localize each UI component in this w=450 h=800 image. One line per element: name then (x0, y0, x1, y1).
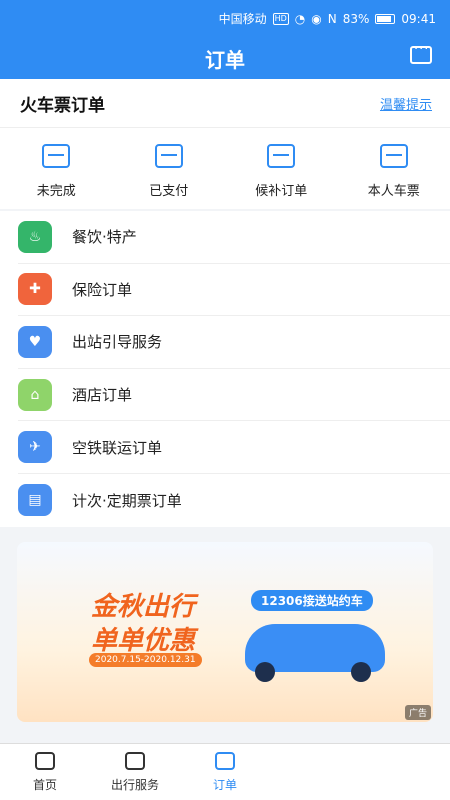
list-item-label: 计次·定期票订单 (72, 491, 182, 510)
banner-date: 2020.7.15-2020.12.31 (89, 653, 202, 667)
tab-label: 首页 (32, 778, 57, 792)
nfc-icon: N (327, 11, 337, 26)
list-item-label: 酒店订单 (72, 386, 133, 405)
quick-label: 本人车票 (367, 184, 420, 199)
tips-link[interactable]: 温馨提示 (380, 94, 432, 113)
receipt-icon (154, 144, 183, 168)
eye-icon: ◉ (311, 11, 322, 26)
order-list: ♨ 餐饮·特产 ✚ 保险订单 ♥ 出站引导服务 ⌂ 酒店订单 ✈ 空铁联运订单 … (0, 211, 450, 527)
ticket-icon: ▤ (18, 484, 52, 517)
list-item-label: 出站引导服务 (72, 333, 163, 352)
list-item-exit-guide[interactable]: ♥ 出站引导服务 (18, 316, 450, 369)
app-header: 中国移动 HD ◔ ◉ N 83% 09:41 订单 (0, 0, 450, 79)
bottom-tab-bar: 首页 出行服务 订单 (0, 743, 450, 800)
list-item-air-rail[interactable]: ✈ 空铁联运订单 (18, 421, 450, 474)
quick-actions: 未完成 已支付 候补订单 本人车票 (0, 127, 450, 209)
list-item-label: 保险订单 (72, 280, 133, 299)
tab-label: 订单 (212, 778, 237, 792)
tab-label: 出行服务 (110, 778, 159, 792)
shield-icon: ✚ (18, 273, 52, 306)
calendar-add-icon (267, 144, 296, 168)
quick-label: 未完成 (36, 184, 76, 199)
battery-icon (375, 13, 396, 24)
home-icon (35, 752, 55, 770)
banner-headline-1: 金秋出行 (91, 592, 196, 622)
suitcase-icon (125, 752, 145, 770)
banner-badge: 12306接送站约车 (251, 590, 373, 611)
hotel-icon: ⌂ (18, 378, 52, 411)
quick-paid[interactable]: 已支付 (113, 128, 226, 209)
list-item-periodic-ticket[interactable]: ▤ 计次·定期票订单 (18, 474, 450, 527)
banner-headline-2: 单单优惠 (91, 626, 196, 656)
train-orders-header: 火车票订单 温馨提示 (0, 79, 450, 127)
message-icon[interactable] (410, 42, 432, 64)
luggage-icon (379, 144, 408, 168)
carrier-label: 中国移动 (218, 12, 267, 26)
list-item-hotel[interactable]: ⌂ 酒店订单 (18, 369, 450, 422)
page-title: 订单 (205, 48, 245, 72)
card-icon (42, 144, 71, 168)
quick-waitlist[interactable]: 候补订单 (225, 128, 338, 209)
plane-train-icon: ✈ (18, 431, 52, 464)
list-item-label: 餐饮·特产 (72, 228, 137, 247)
ad-label: 广告 (404, 705, 431, 720)
promo-banner[interactable]: 金秋出行 单单优惠 2020.7.15-2020.12.31 12306接送站约… (17, 542, 433, 722)
quick-unfinished[interactable]: 未完成 (0, 128, 113, 209)
quick-my-tickets[interactable]: 本人车票 (338, 128, 450, 209)
status-bar: 中国移动 HD ◔ ◉ N 83% 09:41 (219, 10, 436, 27)
quick-label: 已支付 (149, 184, 189, 199)
battery-percent: 83% (342, 11, 370, 26)
status-time: 09:41 (401, 11, 436, 26)
bell-icon: ♨ (18, 220, 52, 253)
tab-orders[interactable]: 订单 (180, 744, 270, 800)
car-illustration (245, 624, 385, 682)
list-item-insurance[interactable]: ✚ 保险订单 (18, 264, 450, 317)
list-item-catering[interactable]: ♨ 餐饮·特产 (18, 211, 450, 264)
section-title: 火车票订单 (20, 96, 105, 116)
hd-icon: HD (272, 12, 289, 25)
tab-travel-services[interactable]: 出行服务 (90, 744, 180, 800)
heart-hand-icon: ♥ (18, 325, 52, 358)
list-item-label: 空铁联运订单 (72, 438, 163, 457)
wifi-icon: ◔ (294, 11, 306, 26)
tab-home[interactable]: 首页 (0, 744, 90, 800)
order-list-icon (215, 752, 235, 770)
quick-label: 候补订单 (255, 184, 308, 199)
